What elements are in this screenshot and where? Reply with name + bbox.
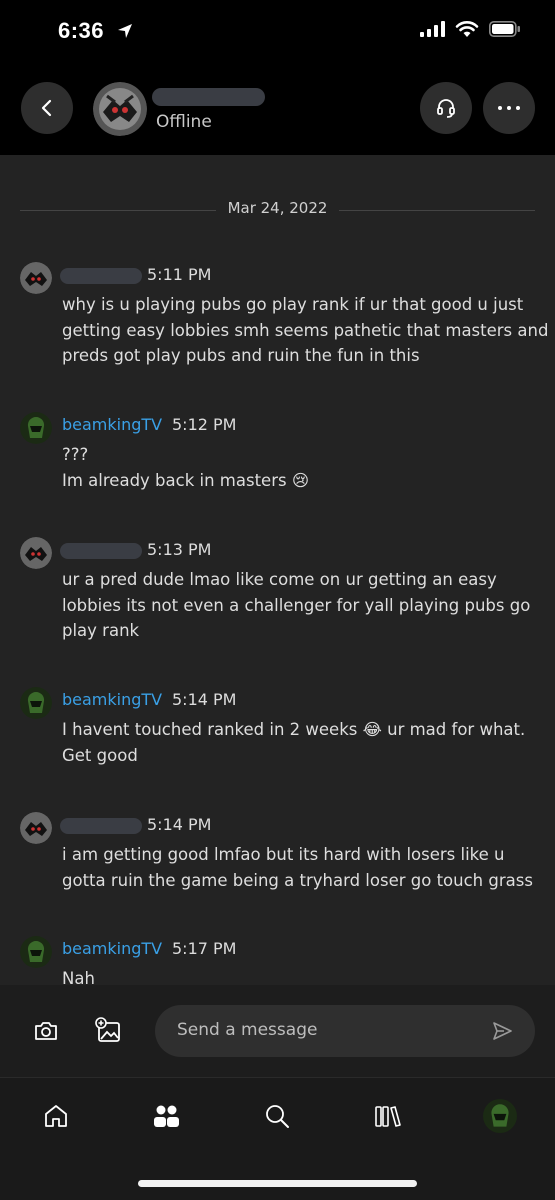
message-time: 5:14 PM [172,690,237,709]
library-icon [375,1106,401,1127]
cellular-signal-icon [420,21,445,37]
nav-profile[interactable] [482,1098,518,1134]
nav-home[interactable] [38,1098,74,1134]
sender-name-redacted [60,543,142,559]
sender-name[interactable]: beamkingTV [62,939,162,958]
sender-avatar[interactable] [20,687,52,719]
more-options-button[interactable] [483,82,535,134]
wifi-icon [455,21,479,37]
sender-name-redacted [60,818,142,834]
message-time: 5:14 PM [147,815,212,834]
camera-icon [35,1022,57,1040]
camera-button[interactable] [31,1016,61,1046]
headset-icon [437,99,455,118]
location-arrow-icon [118,24,132,38]
message-placeholder: Send a message [177,1020,318,1040]
contact-presence-status: Offline [156,112,212,132]
message-text: why is u playing pubs go play rank if ur… [62,295,549,365]
add-image-icon [95,1017,120,1042]
battery-icon [489,21,520,37]
message-time: 5:12 PM [172,415,237,434]
sender-avatar[interactable] [20,412,52,444]
date-separator: Mar 24, 2022 [20,199,535,221]
status-indicators [420,20,521,38]
nav-social[interactable] [148,1098,184,1134]
sender-name[interactable]: beamkingTV [62,415,162,434]
send-icon[interactable] [491,1020,513,1042]
status-time: 6:36 [58,18,105,43]
sender-avatar[interactable] [20,812,52,844]
app-header: 6:36 Offline [0,0,555,155]
chevron-left-icon [41,99,52,117]
ellipsis-icon [498,106,520,110]
message-text: I havent touched ranked in 2 weeks 😂 ur … [62,720,526,765]
date-label: Mar 24, 2022 [215,199,340,217]
message-text: i am getting good lmfao but its hard wit… [62,845,533,890]
message-text: ur a pred dude lmao like come on ur gett… [62,570,531,640]
sender-avatar[interactable] [20,262,52,294]
search-icon [266,1105,289,1128]
sender-name[interactable]: beamkingTV [62,690,162,709]
attach-image-button[interactable] [94,1016,124,1046]
message-time: 5:11 PM [147,265,212,284]
nav-library[interactable] [370,1098,406,1134]
social-icon [154,1105,179,1127]
sender-avatar[interactable] [20,537,52,569]
nav-search[interactable] [259,1098,295,1134]
home-icon [45,1105,67,1127]
back-button[interactable] [21,82,73,134]
contact-name-redacted [152,88,265,106]
contact-avatar[interactable] [93,82,147,136]
message-time: 5:13 PM [147,540,212,559]
sender-name-redacted [60,268,142,284]
message-text: ??? Im already back in masters 😢 [62,445,310,490]
profile-avatar [483,1099,517,1133]
message-time: 5:17 PM [172,939,237,958]
sender-avatar[interactable] [20,936,52,968]
party-chat-button[interactable] [420,82,472,134]
home-indicator[interactable] [138,1180,417,1187]
